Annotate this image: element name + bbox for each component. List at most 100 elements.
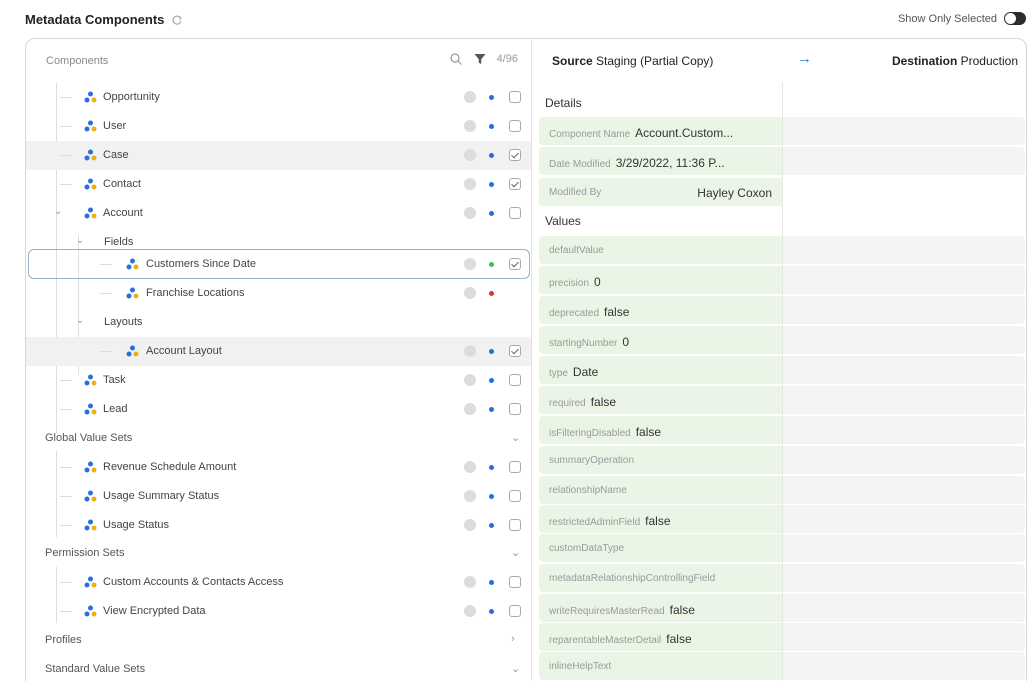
field-key: startingNumber [549,338,618,349]
tree-item-franchise-locations[interactable]: Franchise Locations [26,279,531,308]
tree-item-contact[interactable]: Contact [26,170,531,199]
field-key: Component Name [549,129,631,140]
source-cell: Date Modified 3/29/2022, 11:36 P... [539,147,782,175]
select-checkbox[interactable] [509,120,521,132]
section-standard-value-sets[interactable]: Standard Value Sets ⌄ [26,655,531,681]
field-value: 0 [622,335,630,349]
field-key: summaryOperation [549,455,635,466]
value-inline-help-text: inlineHelpText [539,652,1025,680]
user-icon [464,403,476,415]
refresh-icon[interactable] [171,14,183,26]
source-cell: type Date [539,356,782,384]
destination-org[interactable]: Destination Production [892,54,1018,68]
select-checkbox[interactable] [509,576,521,588]
status-dot [489,349,494,354]
destination-cell [783,594,1025,622]
filter-icon[interactable] [473,52,487,66]
source-org[interactable]: Source Staging (Partial Copy) [552,54,713,68]
tree-item-label: Custom Accounts & Contacts Access [103,576,284,588]
user-icon [464,576,476,588]
select-checkbox[interactable] [509,91,521,103]
components-header: Components 4/96 [26,39,531,83]
selected-count: 4/96 [496,53,518,65]
value-deprecated: deprecated false [539,296,1025,324]
section-permission-sets[interactable]: Permission Sets ⌄ [26,539,531,568]
section-profiles[interactable]: Profiles › [26,626,531,655]
tree-item-case[interactable]: Case [26,141,531,170]
destination-cell [783,266,1025,294]
select-checkbox[interactable] [509,258,521,270]
component-icon [84,490,97,502]
field-value: false [645,514,671,528]
tree-item-label: Lead [103,403,128,415]
chevron-down-icon[interactable]: ⌄ [511,662,520,675]
chevron-down-icon[interactable]: ⌄ [76,235,84,246]
source-cell: metadataRelationshipControllingField [539,564,782,592]
source-cell: summaryOperation [539,446,782,474]
tree-item-label: Account Layout [146,345,222,357]
select-checkbox[interactable] [509,374,521,386]
tree-item-customers-since-date[interactable]: Customers Since Date [26,250,531,279]
details-title: Details [545,96,582,110]
destination-cell [783,356,1025,384]
tree-item-usage-summary-status[interactable]: Usage Summary Status [26,482,531,511]
tree-item-custom-accounts-contacts-access[interactable]: Custom Accounts & Contacts Access [26,568,531,597]
status-dot [489,609,494,614]
select-checkbox[interactable] [509,345,521,357]
tree-item-usage-status[interactable]: Usage Status [26,511,531,540]
chevron-down-icon[interactable]: ⌄ [511,546,520,559]
show-only-selected-toggle[interactable] [1004,12,1026,25]
user-icon [464,120,476,132]
tree-item-user[interactable]: User [26,112,531,141]
destination-value: Production [960,54,1018,68]
chevron-down-icon[interactable]: ⌄ [76,315,84,326]
tree-item-label: Task [103,374,126,386]
user-icon [464,287,476,299]
select-checkbox[interactable] [509,178,521,190]
source-cell: relationshipName [539,476,782,504]
chevron-down-icon[interactable]: ⌄ [511,431,520,444]
tree-group-layouts[interactable]: ⌄ Layouts [26,308,531,337]
tree-item-lead[interactable]: Lead [26,395,531,424]
chevron-right-icon[interactable]: › [511,633,515,645]
field-value: false [666,632,692,646]
tree-item-view-encrypted-data[interactable]: View Encrypted Data [26,597,531,626]
tree-item-opportunity[interactable]: Opportunity [26,83,531,112]
value-is-filtering-disabled: isFilteringDisabled false [539,416,1025,444]
tree-item-task[interactable]: Task [26,366,531,395]
section-global-value-sets[interactable]: Global Value Sets ⌄ [26,424,531,453]
status-dot [489,407,494,412]
value-reparentable-master-detail: reparentableMasterDetail false [539,623,1025,651]
select-checkbox[interactable] [509,403,521,415]
component-icon [84,207,97,219]
section-label: Permission Sets [45,547,125,559]
show-only-selected: Show Only Selected [898,12,1026,25]
component-icon [84,374,97,386]
field-key: inlineHelpText [549,661,612,672]
tree-item-label: Usage Status [103,519,170,531]
components-tools: 4/96 [449,52,518,66]
user-icon [464,258,476,270]
select-checkbox[interactable] [509,149,521,161]
field-value: Hayley Coxon [697,186,772,200]
select-checkbox[interactable] [509,207,521,219]
field-key: restrictedAdminField [549,517,641,528]
component-icon [84,519,97,531]
component-icon [84,605,97,617]
select-checkbox[interactable] [509,605,521,617]
detail-date-modified: Date Modified 3/29/2022, 11:36 P... [539,147,1025,175]
tree-item-label: Case [103,149,129,161]
show-only-selected-label: Show Only Selected [897,12,997,25]
chevron-down-icon[interactable]: ⌄ [54,206,62,217]
field-value: false [590,395,617,409]
search-icon[interactable] [449,52,463,66]
tree-item-revenue-schedule-amount[interactable]: Revenue Schedule Amount [26,453,531,482]
tree-item-account-layout[interactable]: Account Layout [26,337,531,366]
field-value: false [635,425,662,439]
select-checkbox[interactable] [509,461,521,473]
tree-item-account[interactable]: ⌄ Account [26,199,531,228]
select-checkbox[interactable] [509,490,521,502]
status-dot [489,95,494,100]
components-label: Components [46,55,109,67]
select-checkbox[interactable] [509,519,521,531]
